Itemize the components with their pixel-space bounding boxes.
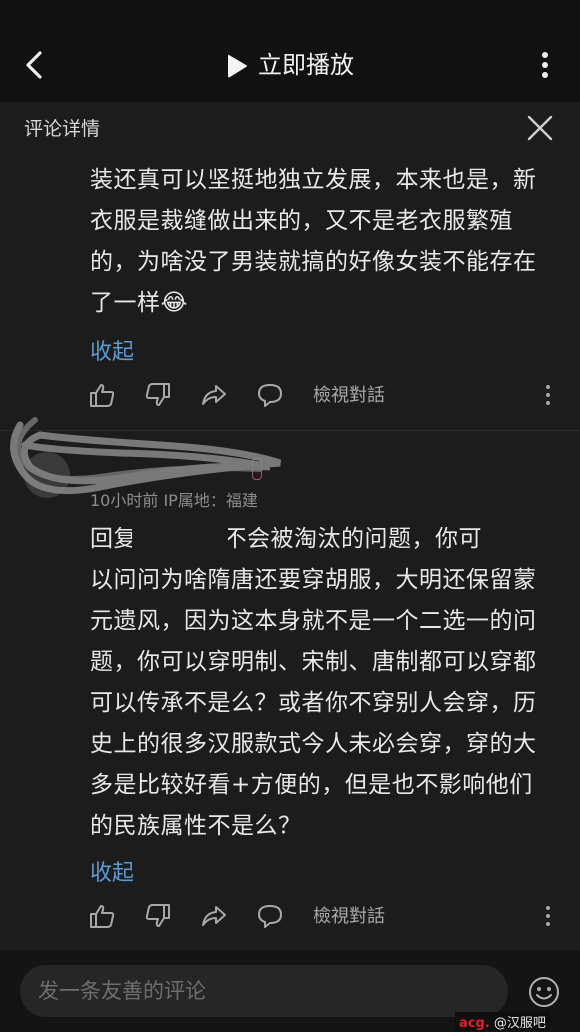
watermark: acg. @汉服吧 [455,1012,550,1031]
dislike-icon[interactable] [145,903,171,929]
play-now-title[interactable]: 立即播放 [258,48,354,82]
comment-actions: 檢視對話 [0,896,580,936]
view-conversation-link[interactable]: 檢視對話 [313,902,385,928]
back-arrow-icon[interactable] [22,50,46,80]
close-icon[interactable] [526,114,554,142]
comment-input[interactable] [20,965,508,1017]
like-icon[interactable] [89,903,115,929]
redacted-username [132,522,228,560]
top-bar: 立即播放 [0,0,580,102]
collapse-link[interactable]: 收起 [90,334,134,366]
emoji-icon[interactable] [528,976,560,1008]
comment-more-icon[interactable] [541,904,555,928]
share-icon[interactable] [201,903,227,929]
redaction-scribble [10,417,282,495]
reply-icon[interactable] [257,903,283,929]
collapse-link[interactable]: 收起 [90,855,134,887]
play-icon[interactable] [225,53,249,79]
comment-more-icon[interactable] [541,383,555,407]
comment-detail-title: 评论详情 [24,118,101,140]
comment-text: 回复 :至于会不会被淘汰的问题，你可 以问问为啥隋唐还要穿胡服，大明还保留蒙 元… [90,526,537,839]
comment-text: 装还真可以坚挺地独立发展，本来也是，新 衣服是裁缝做出来的，又不是老衣服繁殖 的… [90,167,537,316]
more-options-icon[interactable] [535,50,555,80]
view-conversation-link[interactable]: 檢視對話 [313,381,385,407]
